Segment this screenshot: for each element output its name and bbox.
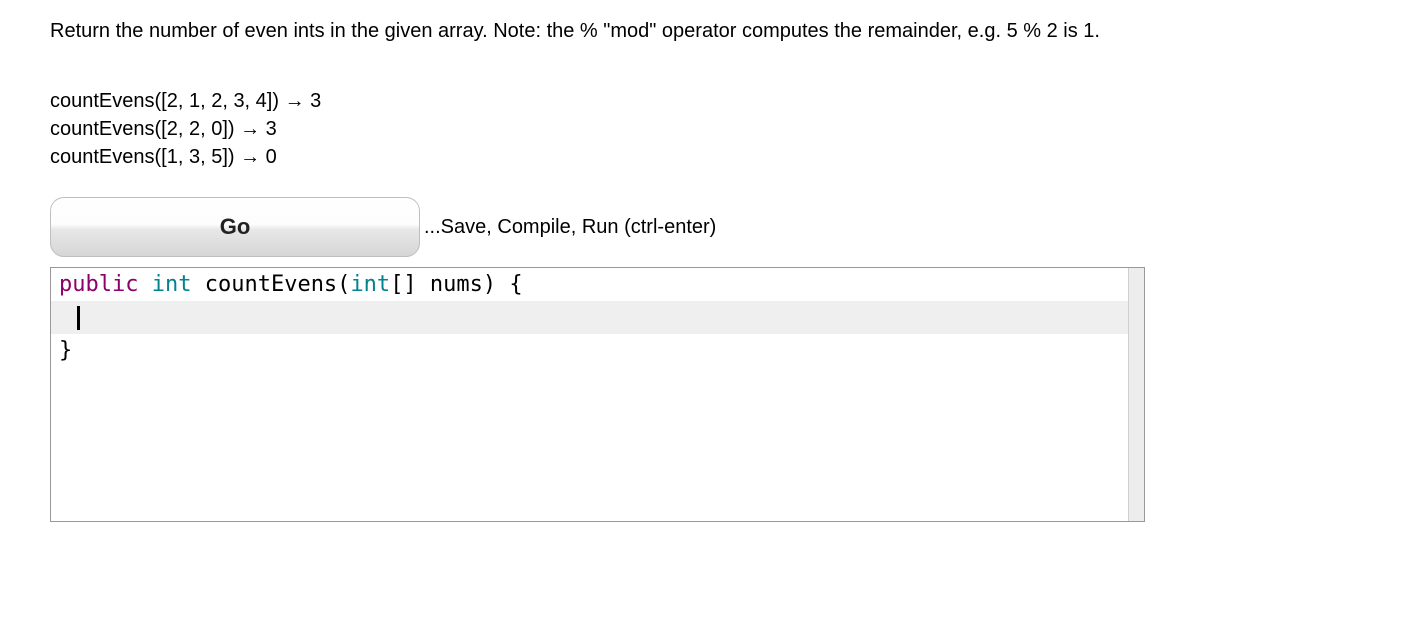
vertical-scrollbar[interactable] xyxy=(1128,268,1145,521)
problem-description: Return the number of even ints in the gi… xyxy=(50,18,1100,45)
go-button[interactable]: Go xyxy=(50,197,420,257)
examples-block: countEvens([2, 1, 2, 3, 4]) → 3 countEve… xyxy=(50,87,1358,171)
action-hint: ...Save, Compile, Run (ctrl-enter) xyxy=(424,216,716,239)
example-line: countEvens([1, 3, 5]) → 0 xyxy=(50,143,1358,171)
code-line-1[interactable]: public int countEvens(int[] nums) { xyxy=(51,268,1145,301)
code-line-3[interactable]: } xyxy=(51,334,1145,367)
text-cursor xyxy=(77,306,80,330)
action-row: Go ...Save, Compile, Run (ctrl-enter) xyxy=(50,197,1358,257)
example-line: countEvens([2, 1, 2, 3, 4]) → 3 xyxy=(50,87,1358,115)
code-content[interactable]: public int countEvens(int[] nums) { } xyxy=(51,268,1145,367)
example-line: countEvens([2, 2, 0]) → 3 xyxy=(50,115,1358,143)
code-editor[interactable]: public int countEvens(int[] nums) { } xyxy=(50,267,1145,522)
code-line-active[interactable] xyxy=(51,301,1145,334)
